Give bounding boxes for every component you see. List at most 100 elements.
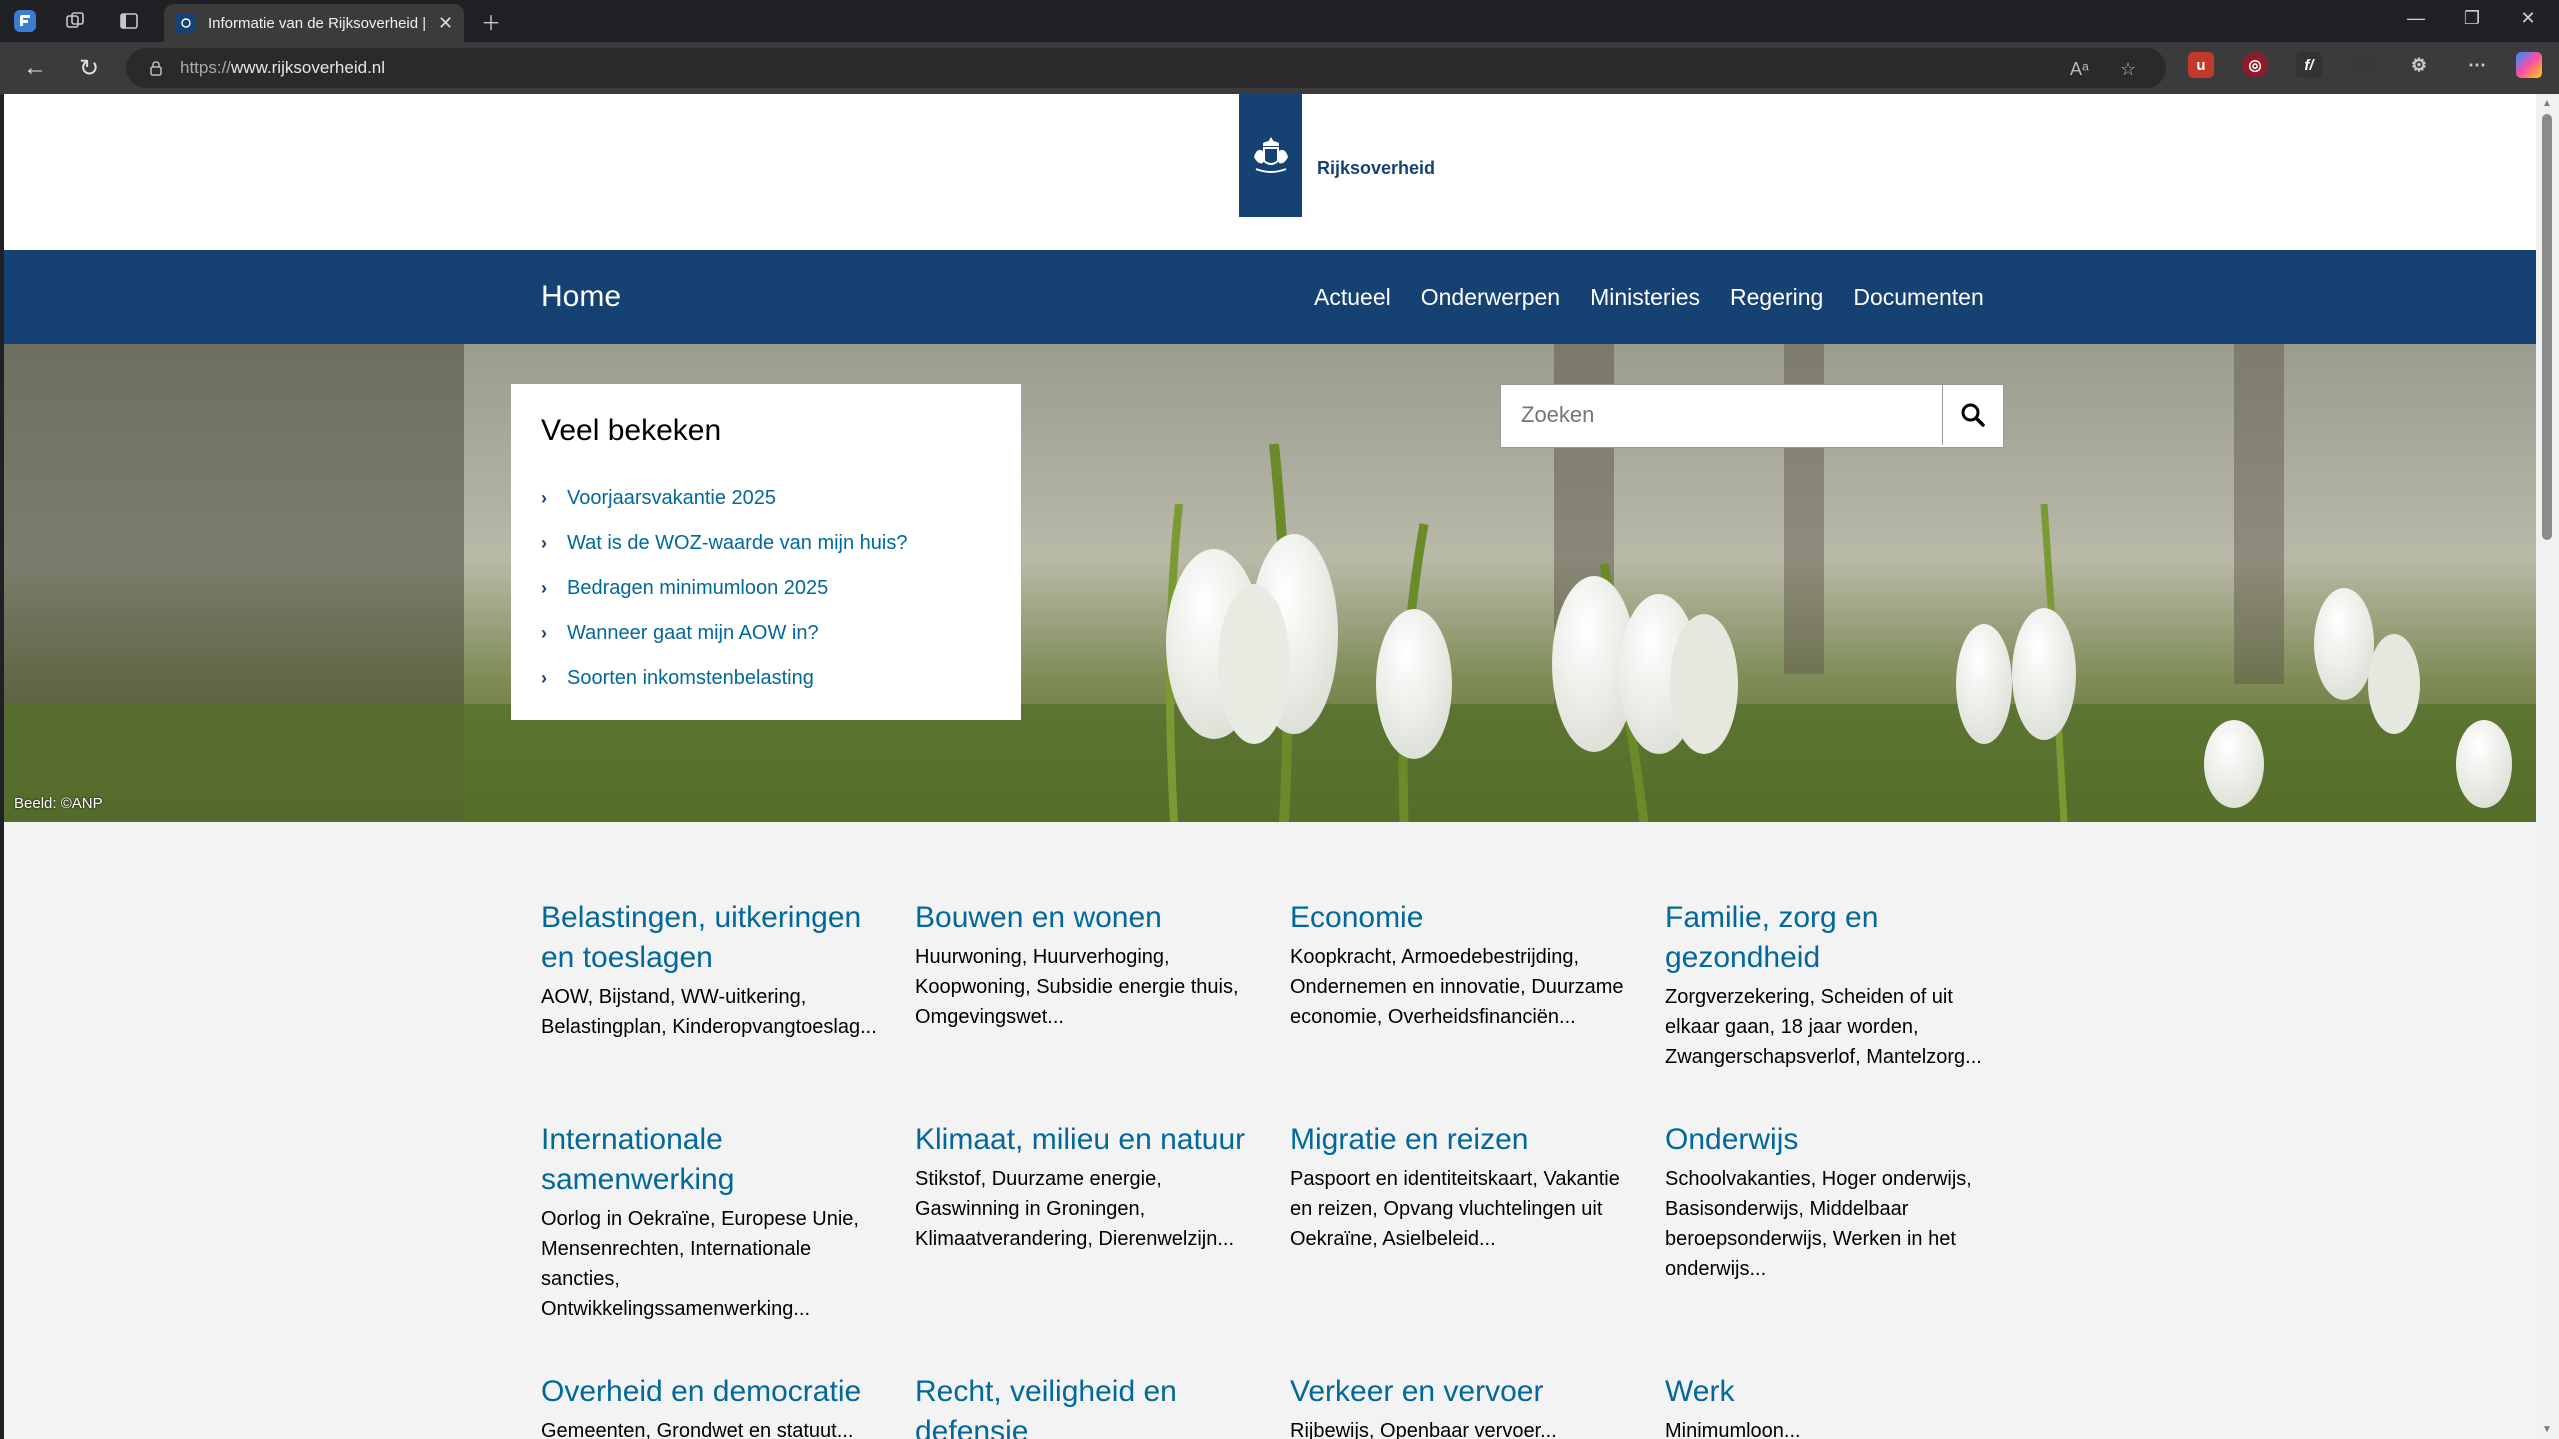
topic-desc: Rijbewijs, Openbaar vervoer...	[1290, 1420, 1557, 1439]
chevron-right-icon: ›	[541, 533, 547, 553]
scroll-down-icon[interactable]: ▼	[2541, 1424, 2553, 1435]
popular-link-label: Bedragen minimumloon 2025	[567, 577, 829, 599]
topic-card: Economie Koopkracht, Armoedebestrijding,…	[1290, 898, 1630, 1032]
topic-title[interactable]: Overheid en democratie	[541, 1372, 881, 1412]
topic-title[interactable]: Verkeer en vervoer	[1290, 1372, 1630, 1412]
tab-close-icon[interactable]: ✕	[438, 13, 453, 34]
page-scrollbar[interactable]: ▲ ▼	[2536, 94, 2559, 1439]
search-button[interactable]	[1942, 385, 2003, 445]
chevron-right-icon: ›	[541, 623, 547, 643]
topic-desc: Stikstof, Duurzame energie, Gaswinning i…	[915, 1168, 1235, 1250]
address-bar[interactable]: https://www.rijksoverheid.nl Aᵃ ☆	[126, 48, 2166, 88]
topic-title[interactable]: Recht, veiligheid en defensie	[915, 1372, 1255, 1439]
chevron-right-icon: ›	[541, 668, 547, 688]
scrollbar-thumb[interactable]	[2542, 114, 2552, 540]
back-icon[interactable]: ←	[20, 54, 50, 82]
site-favicon-icon	[176, 13, 196, 33]
nav-home-link[interactable]: Home	[541, 280, 621, 314]
topic-desc: Paspoort en identiteitskaart, Vakantie e…	[1290, 1168, 1620, 1250]
search-icon	[1961, 403, 1985, 427]
topic-card: Verkeer en vervoer Rijbewijs, Openbaar v…	[1290, 1372, 1630, 1439]
site-header: Rijksoverheid	[4, 94, 2536, 250]
topic-card: Werk Minimumloon...	[1665, 1372, 2005, 1439]
nav-item-ministeries[interactable]: Ministeries	[1590, 284, 1700, 311]
window-close-icon[interactable]: ✕	[2508, 8, 2548, 29]
popular-list: › Voorjaarsvakantie 2025 › Wat is de WOZ-w…	[541, 476, 907, 701]
page-viewport: Rijksoverheid Home Actueel Onderwerpen M…	[4, 94, 2536, 1439]
topic-title[interactable]: Migratie en reizen	[1290, 1120, 1630, 1160]
topic-desc: Oorlog in Oekraïne, Europese Unie, Mense…	[541, 1208, 859, 1320]
workspaces-icon[interactable]	[62, 8, 88, 34]
nav-item-actueel[interactable]: Actueel	[1314, 284, 1391, 311]
chevron-right-icon: ›	[541, 578, 547, 598]
extension-blank-icon[interactable]	[2350, 52, 2376, 78]
scroll-up-icon[interactable]: ▲	[2541, 98, 2553, 109]
extension-shield-icon[interactable]: u	[2188, 52, 2214, 78]
topic-desc: AOW, Bijstand, WW-uitkering, Belastingpl…	[541, 986, 877, 1038]
topic-title[interactable]: Internationale samenwerking	[541, 1120, 881, 1200]
topic-desc: Minimumloon...	[1665, 1420, 1801, 1439]
topic-card: Onderwijs Schoolvakanties, Hoger onderwi…	[1665, 1120, 2005, 1284]
tab-title: Informatie van de Rijksoverheid |	[208, 14, 427, 32]
popular-link[interactable]: › Bedragen minimumloon 2025	[541, 566, 907, 611]
topic-card: Migratie en reizen Paspoort en identitei…	[1290, 1120, 1630, 1254]
nav-item-onderwerpen[interactable]: Onderwerpen	[1421, 284, 1560, 311]
topic-desc: Koopkracht, Armoedebestrijding, Ondernem…	[1290, 946, 1624, 1028]
snowdrops-photo	[4, 344, 2536, 822]
lock-icon[interactable]	[148, 60, 164, 76]
search-form	[1500, 384, 2004, 448]
browser-tab-bar: Informatie van de Rijksoverheid | ✕ ＋ — …	[0, 0, 2559, 42]
nav-item-documenten[interactable]: Documenten	[1853, 284, 1983, 311]
main-navigation: Home Actueel Onderwerpen Ministeries Reg…	[4, 250, 2536, 344]
more-menu-icon[interactable]: ⋯	[2464, 52, 2490, 78]
topic-desc: Zorgverzekering, Scheiden of uit elkaar …	[1665, 986, 1982, 1068]
nav-item-regering[interactable]: Regering	[1730, 284, 1823, 311]
topic-card: Recht, veiligheid en defensie	[915, 1372, 1255, 1439]
popular-link-label: Wat is de WOZ-waarde van mijn huis?	[567, 532, 908, 554]
active-tab[interactable]: Informatie van de Rijksoverheid | ✕	[164, 4, 464, 42]
topic-title[interactable]: Klimaat, milieu en natuur	[915, 1120, 1255, 1160]
popular-link[interactable]: › Soorten inkomstenbelasting	[541, 656, 907, 701]
topic-title[interactable]: Werk	[1665, 1372, 2005, 1412]
topic-card: Klimaat, milieu en natuur Stikstof, Duur…	[915, 1120, 1255, 1254]
browser-profile-icon[interactable]	[12, 8, 38, 34]
site-logo-text[interactable]: Rijksoverheid	[1317, 158, 1435, 179]
new-tab-icon[interactable]: ＋	[478, 8, 504, 35]
topic-desc: Gemeenten, Grondwet en statuut...	[541, 1420, 854, 1439]
extension-circle-icon[interactable]: ◎	[2242, 52, 2268, 78]
popular-link[interactable]: › Wat is de WOZ-waarde van mijn huis?	[541, 521, 907, 566]
popular-link-label: Soorten inkomstenbelasting	[567, 667, 814, 689]
restore-icon[interactable]: ❐	[2452, 8, 2492, 29]
address-toolbar: ← ↻ https://www.rijksoverheid.nl Aᵃ ☆ u …	[0, 42, 2559, 94]
refresh-icon[interactable]: ↻	[74, 54, 104, 83]
topic-title[interactable]: Onderwijs	[1665, 1120, 2005, 1160]
topic-title[interactable]: Familie, zorg en gezondheid	[1665, 898, 2005, 978]
extension-fx-icon[interactable]: f/	[2296, 52, 2322, 78]
topic-title[interactable]: Bouwen en wonen	[915, 898, 1255, 938]
minimize-icon[interactable]: —	[2396, 8, 2436, 29]
topic-desc: Schoolvakanties, Hoger onderwijs, Basiso…	[1665, 1168, 1972, 1280]
topic-title[interactable]: Economie	[1290, 898, 1630, 938]
favorite-star-icon[interactable]: ☆	[2120, 59, 2136, 80]
copilot-icon[interactable]	[2516, 52, 2542, 78]
topic-card: Internationale samenwerking Oorlog in Oe…	[541, 1120, 881, 1324]
popular-box: Veel bekeken › Voorjaarsvakantie 2025 › Wa…	[511, 384, 1021, 720]
topic-card: Overheid en democratie Gemeenten, Grondw…	[541, 1372, 881, 1439]
read-aloud-icon[interactable]: Aᵃ	[2070, 59, 2089, 80]
popular-link[interactable]: › Wanneer gaat mijn AOW in?	[541, 611, 907, 656]
hero-banner: Beeld: ©ANP Veel bekeken › Voorjaarsvakan…	[4, 344, 2536, 822]
popular-link[interactable]: › Voorjaarsvakantie 2025	[541, 476, 907, 521]
image-credit: Beeld: ©ANP	[14, 795, 103, 812]
tab-actions-icon[interactable]	[116, 8, 142, 34]
popular-link-label: Wanneer gaat mijn AOW in?	[567, 622, 819, 644]
extensions-puzzle-icon[interactable]: ⚙	[2406, 52, 2432, 78]
url-prefix: https://	[180, 58, 232, 77]
search-input[interactable]	[1501, 385, 1941, 445]
url-text[interactable]: https://www.rijksoverheid.nl	[180, 58, 385, 78]
coat-of-arms-logo-icon[interactable]	[1239, 94, 1302, 217]
topic-card: Familie, zorg en gezondheid Zorgverzeker…	[1665, 898, 2005, 1072]
url-host: www.rijksoverheid.nl	[231, 58, 386, 77]
topic-card: Belastingen, uitkeringen en toeslagen AO…	[541, 898, 881, 1042]
chevron-right-icon: ›	[541, 488, 547, 508]
topic-title[interactable]: Belastingen, uitkeringen en toeslagen	[541, 898, 881, 978]
